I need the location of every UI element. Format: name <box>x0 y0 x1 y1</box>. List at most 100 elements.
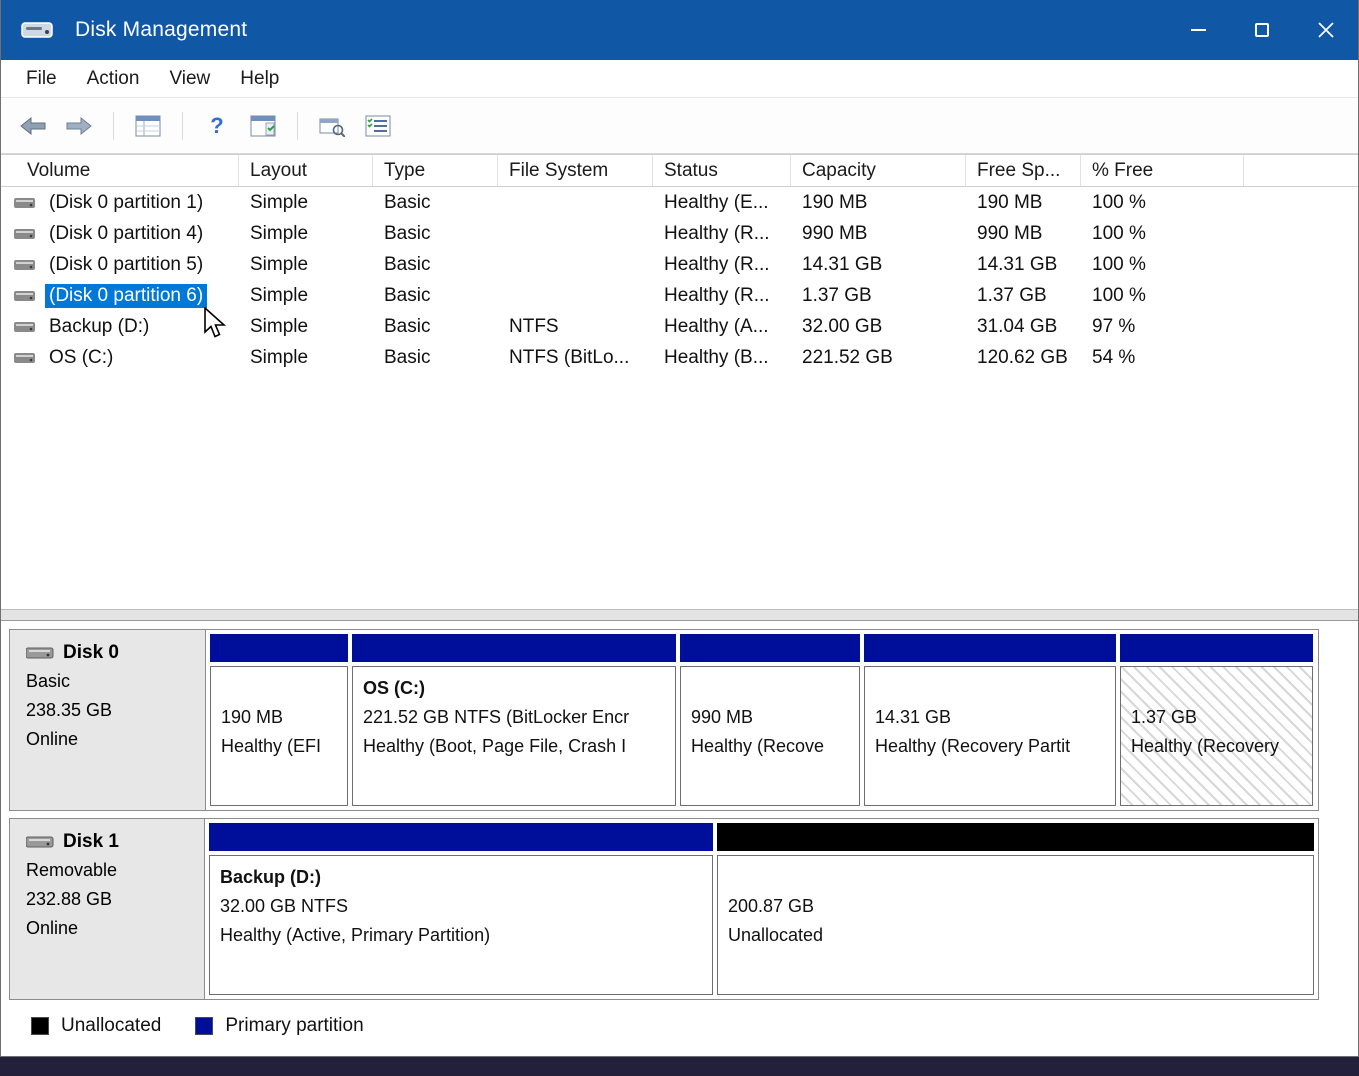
cell-type: Basic <box>373 285 498 307</box>
volume-icon <box>14 196 36 210</box>
cell-free-space: 190 MB <box>966 192 1081 214</box>
volume-list: Volume Layout Type File System Status Ca… <box>1 154 1358 609</box>
partition-os-c[interactable]: OS (C:) 221.52 GB NTFS (BitLocker Encr H… <box>352 634 676 806</box>
cell-capacity: 190 MB <box>791 192 966 214</box>
volume-row-disk0-partition1[interactable]: (Disk 0 partition 1) Simple Basic Health… <box>1 187 1358 218</box>
cell-status: Healthy (B... <box>653 347 791 369</box>
volume-row-disk0-partition6-selected[interactable]: (Disk 0 partition 6) Simple Basic Health… <box>1 280 1358 311</box>
disk-kind: Basic <box>26 667 205 696</box>
minimize-button[interactable] <box>1166 0 1230 60</box>
menu-help[interactable]: Help <box>225 63 294 95</box>
cell-percent-free: 97 % <box>1081 316 1244 338</box>
partition-color-band <box>352 634 676 662</box>
graphical-view: Disk 0 Basic 238.35 GB Online 190 MB Hea… <box>1 621 1358 1043</box>
disk-icon <box>26 645 54 661</box>
column-header-type[interactable]: Type <box>373 155 498 186</box>
cell-free-space: 14.31 GB <box>966 254 1081 276</box>
partition-color-band <box>210 634 348 662</box>
disk-1-partitions: Backup (D:) 32.00 GB NTFS Healthy (Activ… <box>205 819 1318 999</box>
window-title: Disk Management <box>75 18 247 42</box>
pane-splitter[interactable] <box>1 609 1358 621</box>
taskbar-strip <box>0 1057 1359 1076</box>
partition-color-band <box>209 823 713 851</box>
volume-icon <box>14 258 36 272</box>
cell-file-system: NTFS (BitLo... <box>498 347 653 369</box>
partition-backup-d[interactable]: Backup (D:) 32.00 GB NTFS Healthy (Activ… <box>209 823 713 995</box>
legend-unallocated-label: Unallocated <box>61 1015 161 1037</box>
unallocated-swatch <box>31 1017 49 1035</box>
volume-row-os-c[interactable]: OS (C:) Simple Basic NTFS (BitLo... Heal… <box>1 342 1358 373</box>
forward-icon[interactable] <box>61 109 97 143</box>
partition-size: 990 MB <box>691 703 849 732</box>
properties-icon[interactable] <box>314 109 350 143</box>
partition-size: 190 MB <box>221 703 337 732</box>
partition-137gb-recovery-selected[interactable]: 1.37 GB Healthy (Recovery <box>1120 634 1313 806</box>
partition-status: Healthy (EFI <box>221 732 337 761</box>
partition-color-band <box>864 634 1116 662</box>
volume-name: OS (C:) <box>45 346 117 370</box>
partition-status: Healthy (Recovery <box>1131 732 1302 761</box>
partition-color-band <box>680 634 860 662</box>
cell-percent-free: 54 % <box>1081 347 1244 369</box>
volume-name-selected: (Disk 0 partition 6) <box>45 284 207 308</box>
close-button[interactable] <box>1294 0 1358 60</box>
menu-action[interactable]: Action <box>72 63 155 95</box>
column-header-layout[interactable]: Layout <box>239 155 373 186</box>
disk-management-window: Disk Management File Action View Help ? <box>0 0 1359 1057</box>
cell-volume: Backup (D:) <box>1 315 239 339</box>
cell-volume: (Disk 0 partition 4) <box>1 222 239 246</box>
help-icon[interactable]: ? <box>199 109 235 143</box>
disk-0-row: Disk 0 Basic 238.35 GB Online 190 MB Hea… <box>9 629 1319 811</box>
volume-row-disk0-partition5[interactable]: (Disk 0 partition 5) Simple Basic Health… <box>1 249 1358 280</box>
partition-unallocated[interactable]: 200.87 GB Unallocated <box>717 823 1314 995</box>
volume-list-header: Volume Layout Type File System Status Ca… <box>1 154 1358 187</box>
back-icon[interactable] <box>15 109 51 143</box>
disk-0-panel[interactable]: Disk 0 Basic 238.35 GB Online <box>10 630 206 810</box>
cell-volume: (Disk 0 partition 5) <box>1 253 239 277</box>
partition-990mb-recovery[interactable]: 990 MB Healthy (Recove <box>680 634 860 806</box>
close-icon <box>1318 22 1334 38</box>
console-tree-icon[interactable] <box>130 109 166 143</box>
partition-status: Healthy (Recove <box>691 732 849 761</box>
disk-1-panel[interactable]: Disk 1 Removable 232.88 GB Online <box>10 819 205 999</box>
toolbar-separator <box>113 112 114 140</box>
disk-size: 232.88 GB <box>26 885 204 914</box>
partition-size: 1.37 GB <box>1131 703 1302 732</box>
maximize-button[interactable] <box>1230 0 1294 60</box>
disk-0-partitions: 190 MB Healthy (EFI OS (C:) 221.52 GB NT… <box>206 630 1318 810</box>
partition-efi[interactable]: 190 MB Healthy (EFI <box>210 634 348 806</box>
menu-file[interactable]: File <box>11 63 72 95</box>
column-header-volume[interactable]: Volume <box>1 155 239 186</box>
partition-14gb-recovery[interactable]: 14.31 GB Healthy (Recovery Partit <box>864 634 1116 806</box>
column-header-file-system[interactable]: File System <box>498 155 653 186</box>
window-controls <box>1166 0 1358 60</box>
column-header-free-space[interactable]: Free Sp... <box>966 155 1081 186</box>
unallocated-color-band <box>717 823 1314 851</box>
column-header-status[interactable]: Status <box>653 155 791 186</box>
menu-view[interactable]: View <box>154 63 225 95</box>
volume-row-disk0-partition4[interactable]: (Disk 0 partition 4) Simple Basic Health… <box>1 218 1358 249</box>
volume-name: Backup (D:) <box>45 315 153 339</box>
cell-status: Healthy (R... <box>653 254 791 276</box>
cell-free-space: 120.62 GB <box>966 347 1081 369</box>
cell-layout: Simple <box>239 316 373 338</box>
toolbar: ? <box>1 98 1358 154</box>
toolbar-separator <box>182 112 183 140</box>
partition-size: 221.52 GB NTFS (BitLocker Encr <box>363 703 665 732</box>
volume-row-backup-d[interactable]: Backup (D:) Simple Basic NTFS Healthy (A… <box>1 311 1358 342</box>
column-header-percent-free[interactable]: % Free <box>1081 155 1244 186</box>
view-options-icon[interactable] <box>360 109 396 143</box>
volume-icon <box>14 227 36 241</box>
cell-status: Healthy (R... <box>653 223 791 245</box>
disk-name: Disk 0 <box>63 642 119 664</box>
cell-volume: (Disk 0 partition 6) <box>1 284 239 308</box>
column-header-capacity[interactable]: Capacity <box>791 155 966 186</box>
cell-layout: Simple <box>239 192 373 214</box>
cell-type: Basic <box>373 223 498 245</box>
action-pane-icon[interactable] <box>245 109 281 143</box>
volume-name: (Disk 0 partition 1) <box>45 191 207 215</box>
cell-capacity: 32.00 GB <box>791 316 966 338</box>
legend-primary-label: Primary partition <box>225 1015 363 1037</box>
volume-icon <box>14 351 36 365</box>
disk-1-row: Disk 1 Removable 232.88 GB Online Backup… <box>9 818 1319 1000</box>
